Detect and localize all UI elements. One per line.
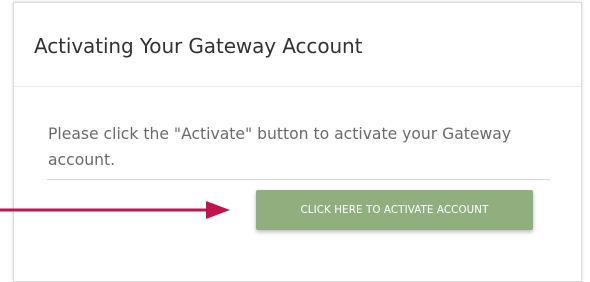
arrow-right-icon <box>0 201 230 219</box>
activation-panel: Activating Your Gateway Account Please c… <box>13 2 582 282</box>
activate-account-button[interactable]: CLICK HERE TO ACTIVATE ACCOUNT <box>256 190 533 230</box>
activation-message: Please click the "Activate" button to ac… <box>48 125 512 169</box>
message-divider <box>47 179 550 180</box>
panel-title: Activating Your Gateway Account <box>34 34 363 58</box>
title-divider <box>14 86 581 87</box>
